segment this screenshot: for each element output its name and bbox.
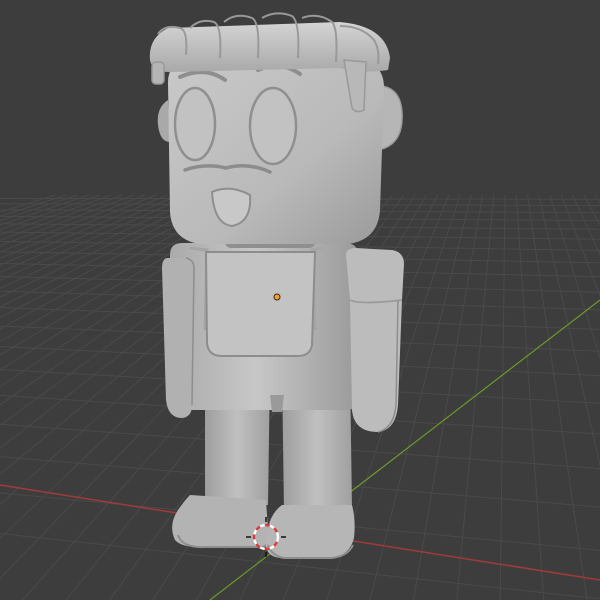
3d-viewport[interactable] [0, 0, 600, 600]
left-sideburn [151, 61, 165, 85]
bib-pocket [204, 251, 317, 357]
object-origin[interactable] [273, 293, 281, 301]
grid-line [560, 194, 600, 297]
grid-line [527, 194, 588, 600]
grid-line [0, 194, 134, 247]
left-eye [173, 86, 217, 162]
grid-line [572, 194, 600, 256]
grid-line [0, 194, 89, 226]
left-arm[interactable] [162, 257, 195, 418]
grid-line [538, 194, 600, 468]
viewport-canvas[interactable] [0, 0, 600, 600]
right-arm[interactable] [346, 248, 404, 433]
grid-line [515, 194, 545, 600]
character-model[interactable] [149, 12, 404, 559]
right-eye [248, 86, 298, 166]
grid-line [0, 194, 157, 259]
torso[interactable] [170, 243, 360, 412]
grid-line [0, 194, 168, 266]
grid-line [0, 194, 123, 241]
grid-line [583, 194, 600, 226]
grid-line [594, 194, 600, 204]
left-ear [157, 100, 170, 142]
